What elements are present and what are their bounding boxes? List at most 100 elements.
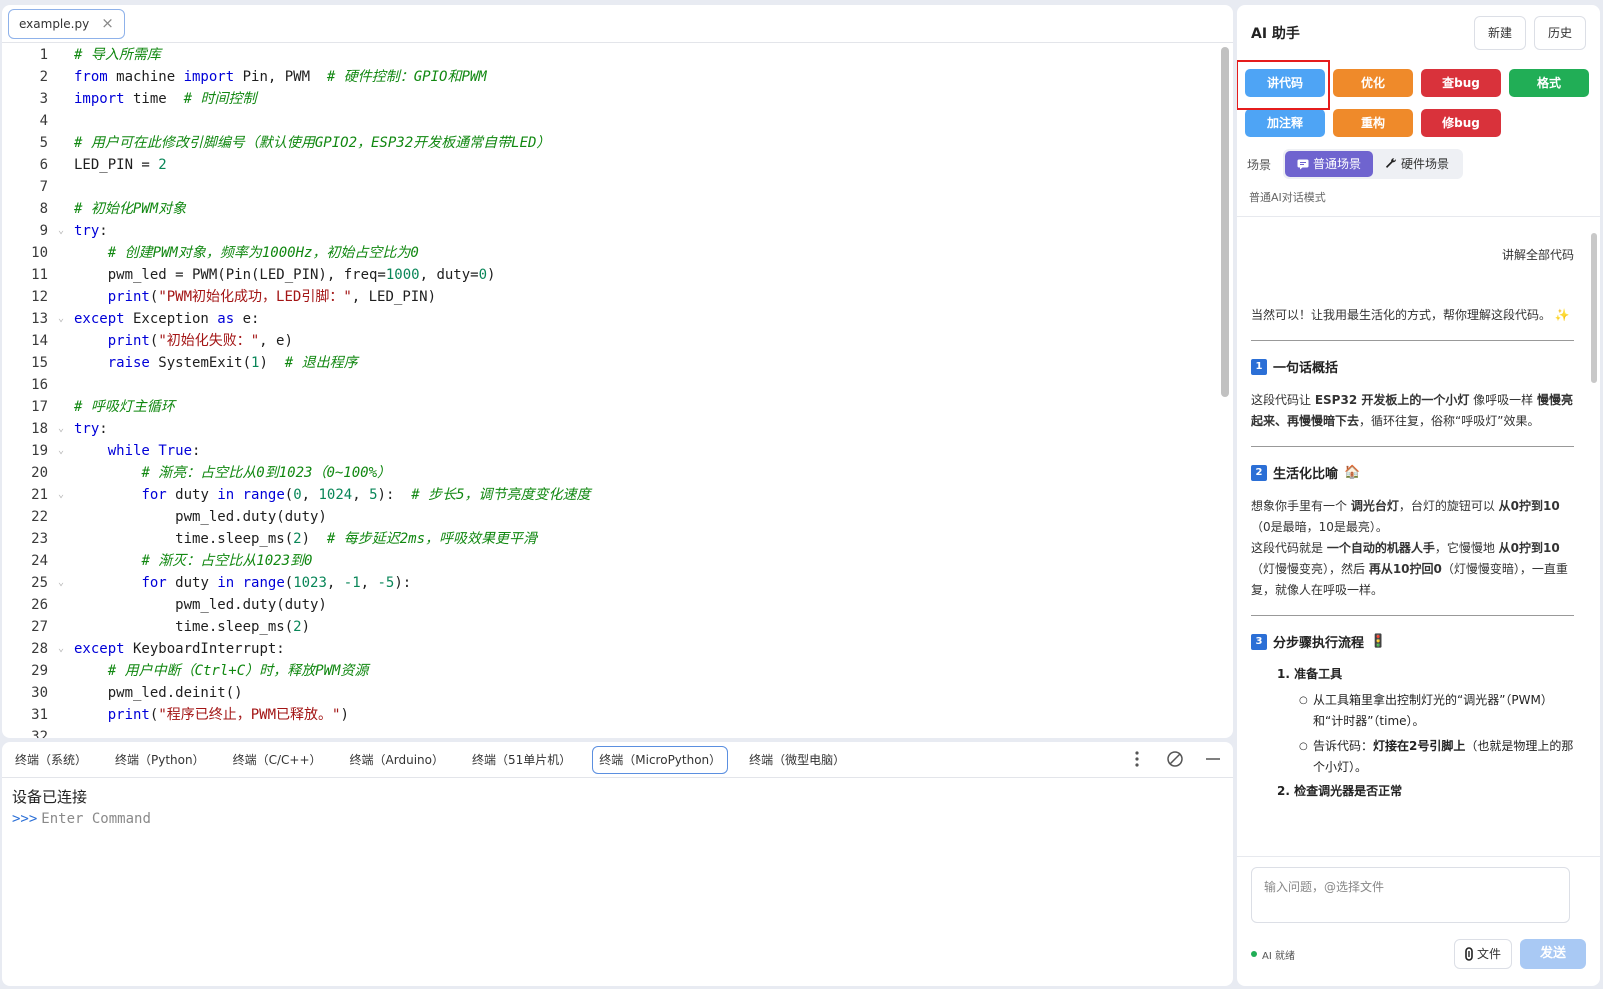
code-line[interactable]: 11 pwm_led = PWM(Pin(LED_PIN), freq=1000… <box>2 264 1211 286</box>
code-line[interactable]: 30 pwm_led.deinit() <box>2 682 1211 704</box>
code-token: 1000 <box>385 267 420 283</box>
chat-input[interactable] <box>1251 867 1570 923</box>
chat-scrollbar[interactable] <box>1591 233 1597 383</box>
code-line[interactable]: 26 pwm_led.duty(duty) <box>2 594 1211 616</box>
s1c: 像呼吸一样 <box>1469 393 1537 407</box>
terminal-tab[interactable]: 终端（C/C++） <box>226 746 329 774</box>
action-button[interactable]: 修bug <box>1421 109 1501 137</box>
clear-icon[interactable] <box>1165 748 1185 770</box>
code-line[interactable]: 12 print("PWM初始化成功，LED引脚：", LED_PIN) <box>2 286 1211 308</box>
terminal-prompt[interactable]: >>> Enter Command <box>12 808 1223 830</box>
code-line[interactable]: 15 raise SystemExit(1) # 退出程序 <box>2 352 1211 374</box>
action-button[interactable]: 查bug <box>1421 69 1501 97</box>
code-line[interactable]: 28 ⌄ except KeyboardInterrupt: <box>2 638 1211 660</box>
gutter <box>48 616 74 638</box>
fold-chevron-icon[interactable]: ⌄ <box>48 418 74 440</box>
divider <box>1251 446 1574 447</box>
action-button[interactable]: 格式 <box>1509 69 1589 97</box>
history-button[interactable]: 历史 <box>1533 16 1586 50</box>
code-token: while <box>107 443 150 459</box>
code-line[interactable]: 27 time.sleep_ms(2) <box>2 616 1211 638</box>
terminal-tab[interactable]: 终端（Arduino） <box>343 746 451 774</box>
code-line[interactable]: 9 ⌄ try: <box>2 220 1211 242</box>
line-number: 31 <box>31 707 48 723</box>
terminal-tab[interactable]: 终端（微型电脑） <box>742 746 852 774</box>
line-number: 2 <box>39 69 48 85</box>
code-line[interactable]: 17 # 呼吸灯主循环 <box>2 396 1211 418</box>
action-button[interactable]: 优化 <box>1333 69 1413 97</box>
code-line[interactable]: 31 print("程序已终止，PWM已释放。") <box>2 704 1211 726</box>
code-line[interactable]: 24 # 渐灭：占空比从1023到0 <box>2 550 1211 572</box>
gutter <box>48 550 74 572</box>
line-number: 23 <box>31 531 48 547</box>
code-line[interactable]: 32 <box>2 726 1211 738</box>
code-line[interactable]: 21 ⌄ for duty in range(0, 1024, 5): # 步长5… <box>2 484 1211 506</box>
code-line[interactable]: 22 pwm_led.duty(duty) <box>2 506 1211 528</box>
fold-chevron-icon[interactable]: ⌄ <box>48 572 74 594</box>
action-button[interactable]: 重构 <box>1333 109 1413 137</box>
code-line[interactable]: 5 # 用户可在此修改引脚编号（默认使用GPIO2，ESP32开发板通常自带LED… <box>2 132 1211 154</box>
new-chat-button[interactable]: 新建 <box>1473 16 1526 50</box>
file-tab-example-py[interactable]: example.py × <box>8 8 125 39</box>
more-vertical-icon[interactable] <box>1127 748 1147 770</box>
code-line[interactable]: 3 import time # 时间控制 <box>2 88 1211 110</box>
code-token: , <box>360 575 378 591</box>
code-line[interactable]: 7 <box>2 176 1211 198</box>
scene-normal-button[interactable]: 普通场景 <box>1285 151 1374 177</box>
s2p2a: 这段代码就是 <box>1251 541 1327 555</box>
code-text: pwm_led.deinit() <box>74 682 1211 704</box>
step-1-num: 1. <box>1277 667 1290 681</box>
terminal-tab[interactable]: 终端（51单片机） <box>465 746 578 774</box>
line-number: 30 <box>31 685 48 701</box>
line-number: 5 <box>39 135 48 151</box>
section-2-title: 2 生活化比喻 🏠 <box>1251 463 1574 482</box>
close-icon[interactable]: × <box>101 16 114 31</box>
attach-file-button[interactable]: 文件 <box>1453 939 1512 969</box>
code-token: Pin, PWM <box>234 69 327 85</box>
code-line[interactable]: 23 time.sleep_ms(2) # 每步延迟2ms，呼吸效果更平滑 <box>2 528 1211 550</box>
code-line[interactable]: 25 ⌄ for duty in range(1023, -1, -5): <box>2 572 1211 594</box>
fold-chevron-icon[interactable]: ⌄ <box>48 638 74 660</box>
code-line[interactable]: 1 # 导入所需库 <box>2 44 1211 66</box>
terminal-tab[interactable]: 终端（系统） <box>8 746 94 774</box>
gutter <box>48 726 74 738</box>
code-line[interactable]: 10 # 创建PWM对象，频率为1000Hz，初始占空比为0 <box>2 242 1211 264</box>
divider <box>1251 340 1574 341</box>
send-button[interactable]: 发送 <box>1520 939 1586 969</box>
code-editor[interactable]: 1 # 导入所需库 2 from machine import Pin, PWM # … <box>2 44 1211 738</box>
terminal-output[interactable]: 设备已连接 >>> Enter Command <box>2 778 1233 838</box>
fold-chevron-icon[interactable]: ⌄ <box>48 308 74 330</box>
line-number: 32 <box>31 729 48 738</box>
code-line[interactable]: 29 # 用户中断（Ctrl+C）时，释放PWM资源 <box>2 660 1211 682</box>
code-line[interactable]: 4 <box>2 110 1211 132</box>
code-token: ): <box>394 575 412 591</box>
code-line[interactable]: 6 LED_PIN = 2 <box>2 154 1211 176</box>
chat-messages[interactable]: 讲解全部代码 当然可以！让我用最生活化的方式，帮你理解这段代码。 ✨ 1 一句话… <box>1237 230 1588 856</box>
code-token: 0 <box>478 267 488 283</box>
code-line[interactable]: 8 # 初始化PWM对象 <box>2 198 1211 220</box>
code-line[interactable]: 20 # 渐亮：占空比从0到1023（0~100%） <box>2 462 1211 484</box>
code-line[interactable]: 2 from machine import Pin, PWM # 硬件控制：GPI… <box>2 66 1211 88</box>
code-token: 1023 <box>293 575 327 591</box>
code-line[interactable]: 19 ⌄ while True: <box>2 440 1211 462</box>
editor-scrollbar[interactable] <box>1221 47 1229 397</box>
code-line[interactable]: 18 ⌄ try: <box>2 418 1211 440</box>
scene-hardware-button[interactable]: 硬件场景 <box>1373 151 1461 177</box>
fold-chevron-icon[interactable]: ⌄ <box>48 220 74 242</box>
fold-chevron-icon[interactable]: ⌄ <box>48 440 74 462</box>
code-line[interactable]: 16 <box>2 374 1211 396</box>
section-1-body: 这段代码让 ESP32 开发板上的一个小灯 像呼吸一样 慢慢亮起来、再慢慢暗下去… <box>1251 390 1574 432</box>
gutter <box>48 286 74 308</box>
action-button[interactable]: 讲代码 <box>1245 69 1325 97</box>
sparkle-icon: ✨ <box>1554 308 1570 322</box>
terminal-tab[interactable]: 终端（MicroPython） <box>592 745 729 774</box>
terminal-tab[interactable]: 终端（Python） <box>108 746 212 774</box>
code-token: ) <box>340 707 349 723</box>
fold-chevron-icon[interactable]: ⌄ <box>48 484 74 506</box>
code-line[interactable]: 14 print("初始化失败：", e) <box>2 330 1211 352</box>
action-button[interactable]: 加注释 <box>1245 109 1325 137</box>
code-line[interactable]: 13 ⌄ except Exception as e: <box>2 308 1211 330</box>
intro-text: 当然可以！让我用最生活化的方式，帮你理解这段代码。 <box>1251 308 1552 322</box>
minimize-icon[interactable] <box>1203 748 1223 770</box>
